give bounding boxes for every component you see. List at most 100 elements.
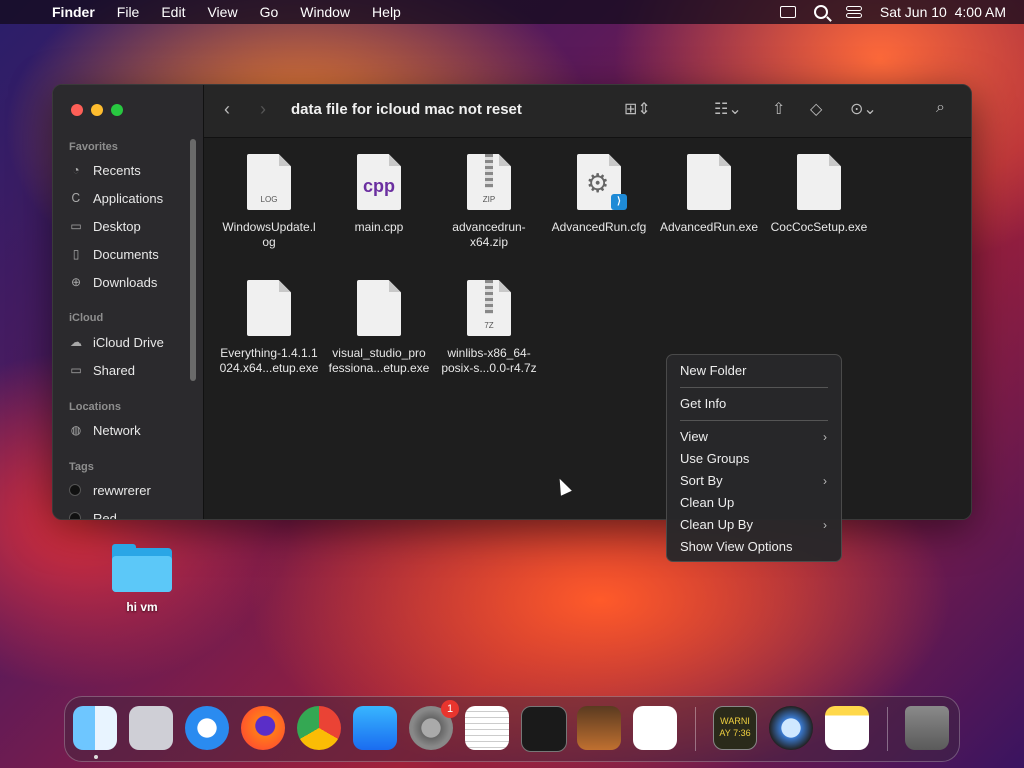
- sidebar-scrollbar[interactable]: [190, 139, 196, 381]
- search-icon[interactable]: ⌕: [936, 99, 945, 117]
- file-item[interactable]: ⚙ ⟩ AdvancedRun.cfg: [544, 154, 654, 235]
- sidebar-item-applications[interactable]: Ꮯ Applications: [69, 187, 163, 209]
- desktop-folder-label: hi vm: [126, 600, 158, 614]
- app-store-dock-icon[interactable]: [353, 706, 397, 750]
- menu-item-use-groups[interactable]: Use Groups: [680, 449, 829, 469]
- sidebar-item-documents[interactable]: ▯ Documents: [69, 243, 159, 265]
- share-icon[interactable]: ⇧: [772, 99, 785, 119]
- menu-item-new-folder[interactable]: New Folder: [680, 361, 829, 381]
- menu-item-clean-up-by[interactable]: Clean Up By ›: [680, 515, 829, 535]
- minimize-window-button[interactable]: [91, 104, 103, 116]
- cpp-file-icon: cpp: [357, 154, 401, 210]
- exe-file-icon: [247, 280, 291, 336]
- file-grid[interactable]: LOG WindowsUpdate.l og cpp main.cpp ZIP a…: [204, 138, 971, 519]
- quicktime-dock-icon[interactable]: [769, 706, 813, 750]
- tag-dot-icon: [69, 512, 81, 519]
- dock-separator: [695, 707, 696, 751]
- menu-window[interactable]: Window: [300, 4, 350, 20]
- spotlight-search-icon[interactable]: [813, 5, 828, 19]
- dock: 1 WARNI AY 7:36: [64, 696, 960, 762]
- menu-edit[interactable]: Edit: [161, 4, 185, 20]
- exe-file-icon: [357, 280, 401, 336]
- menu-item-view[interactable]: View ›: [680, 427, 829, 447]
- trash-dock-icon[interactable]: [905, 706, 949, 750]
- applications-icon: Ꮯ: [71, 190, 81, 205]
- folder-icon: [112, 544, 172, 592]
- file-item[interactable]: cpp main.cpp: [324, 154, 434, 235]
- desktop-folder[interactable]: hi vm: [104, 544, 180, 614]
- gear-icon: ⚙: [586, 168, 610, 198]
- sidebar-tag-rewwrerer[interactable]: rewwrerer: [69, 479, 151, 501]
- safari-dock-icon[interactable]: [185, 706, 229, 750]
- desktop-icon: ▭: [70, 219, 82, 233]
- vscode-dock-icon[interactable]: [633, 706, 677, 750]
- launchpad-dock-icon[interactable]: [129, 706, 173, 750]
- menu-go[interactable]: Go: [260, 4, 279, 20]
- sidebar-item-desktop[interactable]: ▭ Desktop: [69, 215, 140, 237]
- back-chevron-icon[interactable]: ‹: [224, 99, 230, 120]
- globe-icon: ◍: [70, 423, 82, 437]
- menu-view[interactable]: View: [207, 4, 237, 20]
- chevron-right-icon: ›: [823, 518, 827, 532]
- menu-item-sort-by[interactable]: Sort By ›: [680, 471, 829, 491]
- garageband-dock-icon[interactable]: [577, 706, 621, 750]
- locations-header: Locations: [69, 401, 121, 413]
- exe-file-icon: [687, 154, 731, 210]
- file-item[interactable]: LOG WindowsUpdate.l og: [214, 154, 324, 250]
- icloud-header: iCloud: [69, 312, 104, 324]
- context-menu: New Folder Get Info View › Use Groups Sor…: [666, 354, 842, 562]
- file-item[interactable]: visual_studio_pro fessiona...etup.exe: [324, 280, 434, 376]
- sidebar-item-shared[interactable]: ▭ Shared: [69, 359, 135, 381]
- menu-item-show-view-options[interactable]: Show View Options: [680, 537, 829, 557]
- menu-clock[interactable]: Sat Jun 10 4:00 AM: [880, 4, 1006, 20]
- forward-chevron-icon[interactable]: ›: [260, 99, 266, 120]
- tags-header: Tags: [69, 461, 94, 473]
- console-dock-icon[interactable]: WARNI AY 7:36: [713, 706, 757, 750]
- menu-item-get-info[interactable]: Get Info: [680, 394, 829, 414]
- file-item[interactable]: CocCocSetup.exe: [764, 154, 874, 235]
- sidebar: Favorites ◔ Recents Ꮯ Applications ▭ Deskto…: [53, 85, 204, 519]
- document-icon: ▯: [72, 247, 80, 261]
- favorites-header: Favorites: [69, 141, 118, 153]
- exe-file-icon: [797, 154, 841, 210]
- textedit-dock-icon[interactable]: [465, 706, 509, 750]
- file-item[interactable]: ZIP advancedrun-x64.zip: [434, 154, 544, 250]
- clock-icon: ◔: [72, 163, 80, 177]
- zoom-window-button[interactable]: [111, 104, 123, 116]
- terminal-dock-icon[interactable]: [521, 706, 567, 752]
- screen-mirroring-icon[interactable]: [779, 6, 796, 18]
- menu-separator: [680, 387, 828, 388]
- tag-icon[interactable]: ◇: [810, 99, 822, 119]
- window-controls: [71, 104, 123, 116]
- file-item[interactable]: AdvancedRun.exe: [654, 154, 764, 235]
- finder-dock-icon[interactable]: [73, 706, 117, 750]
- close-window-button[interactable]: [71, 104, 83, 116]
- sidebar-item-recents[interactable]: ◔ Recents: [69, 159, 140, 181]
- menu-help[interactable]: Help: [372, 4, 401, 20]
- chrome-dock-icon[interactable]: [297, 706, 341, 750]
- sidebar-item-icloud-drive[interactable]: ☁ iCloud Drive: [69, 331, 164, 353]
- control-center-icon[interactable]: [845, 6, 862, 18]
- firefox-dock-icon[interactable]: [241, 706, 285, 750]
- chevron-right-icon: ›: [823, 430, 827, 444]
- chevron-right-icon: ›: [823, 474, 827, 488]
- sidebar-tag-red[interactable]: Red: [69, 507, 117, 519]
- notes-dock-icon[interactable]: [825, 706, 869, 750]
- menu-file[interactable]: File: [117, 4, 140, 20]
- menu-bar: Finder File Edit View Go Window Help Sat…: [0, 0, 1024, 24]
- group-by-icon[interactable]: ☷⌄: [714, 99, 742, 119]
- sidebar-item-network[interactable]: ◍ Network: [69, 419, 141, 441]
- sidebar-item-downloads[interactable]: ⊕ Downloads: [69, 271, 157, 293]
- file-item[interactable]: 7Z winlibs-x86_64- posix-s...0.0-r4.7z: [434, 280, 544, 376]
- tag-dot-icon: [69, 484, 81, 496]
- menu-app-finder[interactable]: Finder: [52, 4, 95, 20]
- menu-item-clean-up[interactable]: Clean Up: [680, 493, 829, 513]
- more-actions-icon[interactable]: ⊙⌄: [850, 99, 877, 119]
- download-icon: ⊕: [70, 275, 82, 289]
- system-settings-dock-icon[interactable]: 1: [409, 700, 459, 750]
- file-item[interactable]: Everything-1.4.1.1 024.x64...etup.exe: [214, 280, 324, 376]
- icon-view-grid-icon[interactable]: ⊞⇕: [624, 99, 651, 119]
- toolbar: ‹ › data file for icloud mac not reset ⊞…: [204, 85, 971, 138]
- shared-folder-icon: ▭: [70, 363, 82, 377]
- running-indicator: [94, 755, 98, 759]
